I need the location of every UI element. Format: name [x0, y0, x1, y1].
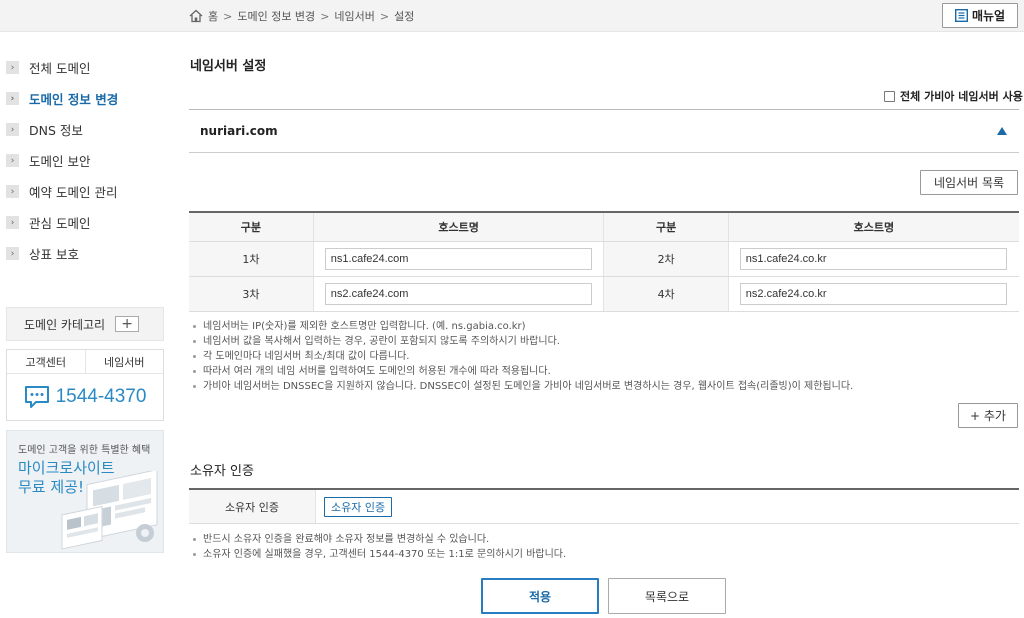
- promo-banner[interactable]: 도메인 고객을 위한 특별한 혜택 마이크로사이트 무료 제공!: [6, 430, 164, 553]
- list-item: 반드시 소유자 인증을 완료해야 소유자 정보를 변경하실 수 있습니다.: [191, 532, 566, 547]
- all-gabia-nameserver-label: 전체 가비아 네임서버 사용: [900, 90, 1023, 103]
- ns-cell: ns1.cafe24.co.kr: [728, 241, 1019, 277]
- chevron-right-icon: ›: [6, 247, 19, 260]
- ns-order-label: 4차: [603, 276, 729, 312]
- nameserver-4-input[interactable]: ns2.cafe24.co.kr: [739, 282, 1007, 305]
- category-add-button[interactable]: +: [115, 316, 140, 332]
- owner-auth-section-title: 소유자 인증: [190, 464, 254, 479]
- column-header: 구분: [189, 212, 314, 242]
- all-gabia-nameserver-option[interactable]: 전체 가비아 네임서버 사용: [884, 88, 1023, 104]
- ns-cell: ns1.cafe24.com: [313, 241, 605, 277]
- sidebar-item-all-domains[interactable]: › 전체 도메인: [6, 52, 166, 83]
- ns-order-label: 2차: [603, 241, 729, 277]
- manual-button[interactable]: 매뉴얼: [942, 3, 1018, 28]
- nameserver-notes: 네임서버는 IP(숫자)를 제외한 호스트명만 입력합니다. (예. ns.ga…: [191, 319, 853, 394]
- domain-header[interactable]: nuriari.com: [189, 109, 1019, 153]
- microsite-illustration: [61, 471, 158, 550]
- sidebar-item-label: 전체 도메인: [29, 61, 91, 76]
- back-to-list-button[interactable]: 목록으로: [608, 578, 726, 614]
- domain-name: nuriari.com: [200, 124, 278, 138]
- column-header: 호스트명: [313, 212, 605, 242]
- chat-icon: [24, 386, 49, 408]
- nameserver-list-button[interactable]: 네임서버 목록: [920, 170, 1018, 195]
- owner-auth-cell: 소유자 인증: [316, 490, 1019, 523]
- breadcrumb-separator: >: [223, 9, 233, 23]
- nameserver-3-input[interactable]: ns2.cafe24.com: [324, 282, 592, 305]
- ns-order-label: 1차: [189, 241, 314, 277]
- breadcrumb-separator: >: [379, 9, 390, 23]
- tab-customer-center[interactable]: 고객센터: [7, 350, 85, 373]
- owner-auth-button[interactable]: 소유자 인증: [324, 496, 393, 517]
- sidebar-item-label: 상표 보호: [29, 247, 79, 262]
- list-item: 소유자 인증에 실패했을 경우, 고객센터 1544-4370 또는 1:1로 …: [191, 547, 566, 562]
- chevron-right-icon: ›: [6, 92, 19, 105]
- sidebar-item-domain-security[interactable]: › 도메인 보안: [6, 145, 166, 176]
- sidebar-item-favorite-domains[interactable]: › 관심 도메인: [6, 207, 166, 238]
- support-phone: 1544-4370: [7, 374, 163, 420]
- sidebar-item-trademark[interactable]: › 상표 보호: [6, 238, 166, 269]
- table-row: 3차 ns2.cafe24.com 4차 ns2.cafe24.co.kr: [189, 276, 1019, 312]
- list-item: 네임서버 값을 복사해서 입력하는 경우, 공란이 포함되지 않도록 주의하시기…: [191, 334, 853, 349]
- sidebar-item-dns-info[interactable]: › DNS 정보: [6, 114, 166, 145]
- nameserver-table: 구분 호스트명 구분 호스트명 1차 ns1.cafe24.com 2차 ns1…: [189, 211, 1019, 312]
- breadcrumb: 홈 > 도메인 정보 변경 > 네임서버 > 설정: [189, 8, 414, 24]
- breadcrumb-domain-info[interactable]: 도메인 정보 변경: [237, 8, 315, 24]
- promo-subtitle: 도메인 고객을 위한 특별한 혜택: [18, 445, 151, 456]
- list-item: 각 도메인마다 네임서버 최소/최대 값이 다릅니다.: [191, 349, 853, 364]
- add-nameserver-button[interactable]: + 추가: [958, 403, 1018, 428]
- chevron-right-icon: ›: [6, 61, 19, 74]
- sidebar-item-domain-info[interactable]: › 도메인 정보 변경: [6, 83, 166, 114]
- phone-number: 1544-4370: [55, 386, 147, 407]
- manual-label: 매뉴얼: [971, 9, 1006, 23]
- all-gabia-nameserver-checkbox[interactable]: [884, 90, 895, 102]
- collapse-arrow-icon[interactable]: [997, 127, 1007, 135]
- sidebar-menu: › 전체 도메인 › 도메인 정보 변경 › DNS 정보 › 도메인 보안 ›…: [6, 52, 166, 269]
- sidebar-item-label: 예약 도메인 관리: [29, 185, 118, 200]
- ns-cell: ns2.cafe24.co.kr: [728, 276, 1019, 312]
- breadcrumb-nameserver[interactable]: 네임서버: [334, 8, 374, 24]
- domain-category-box: 도메인 카테고리 +: [6, 307, 164, 341]
- domain-category-label: 도메인 카테고리: [24, 317, 106, 332]
- owner-auth-table: 소유자 인증 소유자 인증: [189, 488, 1019, 524]
- chevron-right-icon: ›: [6, 123, 19, 136]
- sidebar-item-label: 도메인 보안: [29, 154, 91, 169]
- list-item: 가비아 네임서버는 DNSSEC을 지원하지 않습니다. DNSSEC이 설정된…: [191, 379, 853, 394]
- nameserver-1-input[interactable]: ns1.cafe24.com: [324, 247, 592, 270]
- column-header: 호스트명: [728, 212, 1019, 242]
- breadcrumb-separator: >: [320, 9, 330, 23]
- column-header: 구분: [603, 212, 729, 242]
- chevron-right-icon: ›: [6, 216, 19, 229]
- home-icon[interactable]: [189, 9, 203, 23]
- chevron-right-icon: ›: [6, 154, 19, 167]
- top-bar: 홈 > 도메인 정보 변경 > 네임서버 > 설정 매뉴얼: [0, 0, 1024, 32]
- list-item: 네임서버는 IP(숫자)를 제외한 호스트명만 입력합니다. (예. ns.ga…: [191, 319, 853, 334]
- chevron-right-icon: ›: [6, 185, 19, 198]
- nameserver-2-input[interactable]: ns1.cafe24.co.kr: [739, 247, 1007, 270]
- support-box: 고객센터 네임서버 1544-4370: [6, 349, 164, 421]
- sidebar-item-reserved-domains[interactable]: › 예약 도메인 관리: [6, 176, 166, 207]
- book-icon: [954, 9, 968, 22]
- table-row: 1차 ns1.cafe24.com 2차 ns1.cafe24.co.kr: [189, 241, 1019, 277]
- ns-order-label: 3차: [189, 276, 314, 312]
- owner-auth-notes: 반드시 소유자 인증을 완료해야 소유자 정보를 변경하실 수 있습니다. 소유…: [191, 532, 566, 562]
- apply-button[interactable]: 적용: [481, 578, 599, 614]
- breadcrumb-home[interactable]: 홈: [208, 8, 218, 24]
- owner-auth-label: 소유자 인증: [189, 490, 316, 523]
- sidebar-item-label: 관심 도메인: [29, 216, 91, 231]
- ns-cell: ns2.cafe24.com: [313, 276, 605, 312]
- tab-nameserver[interactable]: 네임서버: [84, 350, 164, 373]
- sidebar-item-label: 도메인 정보 변경: [29, 92, 119, 107]
- breadcrumb-settings: 설정: [394, 10, 415, 23]
- list-item: 따라서 여러 개의 네임 서버를 입력하여도 도메인의 허용된 개수에 따라 적…: [191, 364, 853, 379]
- page-title: 네임서버 설정: [190, 59, 267, 74]
- sidebar-item-label: DNS 정보: [29, 123, 83, 138]
